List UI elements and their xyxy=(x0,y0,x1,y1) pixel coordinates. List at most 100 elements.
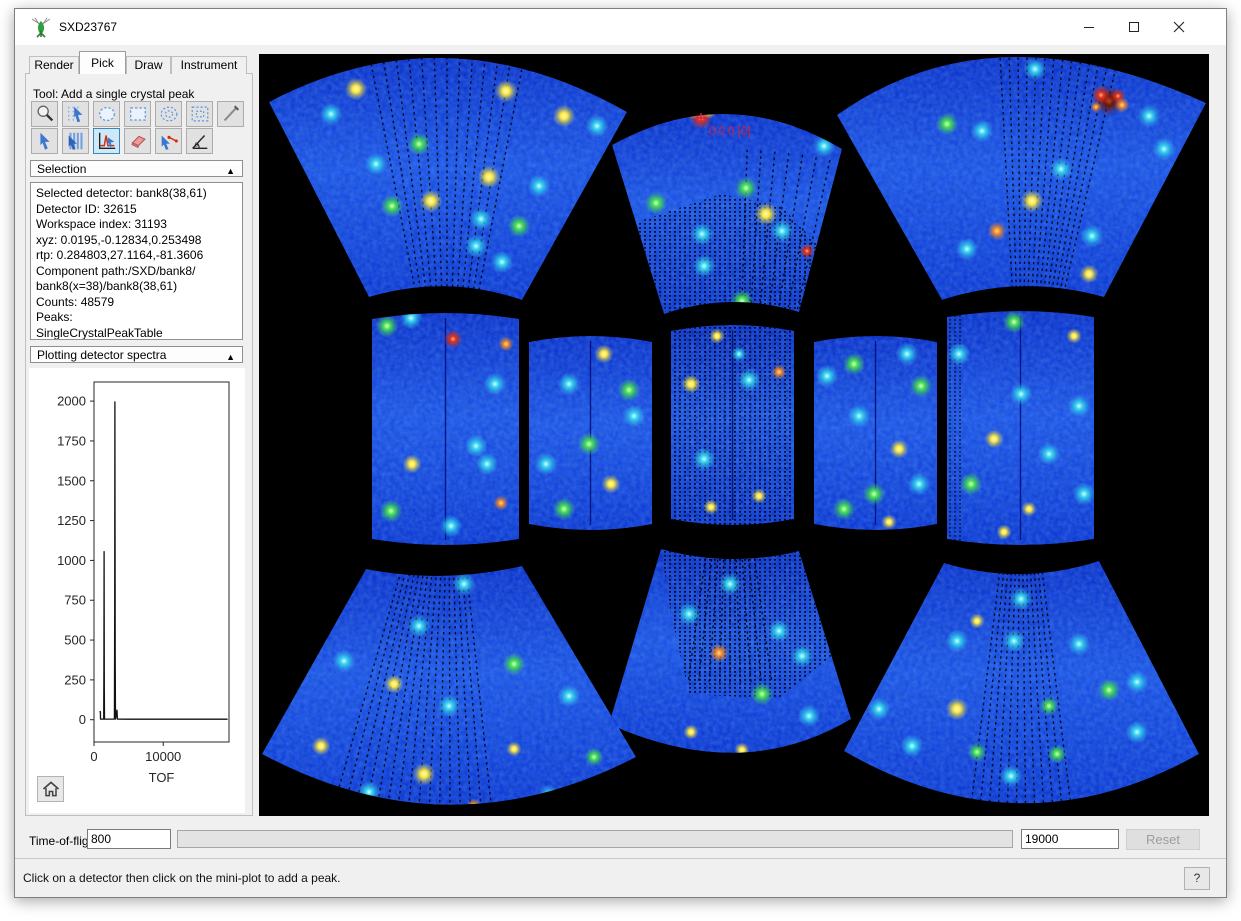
close-button[interactable] xyxy=(1158,9,1200,44)
bragg-peak-spot xyxy=(901,735,924,758)
erase-peak-tool-button[interactable] xyxy=(124,128,151,154)
selection-info-line: Workspace index: 31193 xyxy=(36,217,240,233)
bragg-peak-spot xyxy=(701,103,716,118)
bank-bot-mid[interactable] xyxy=(609,547,851,765)
bragg-peak-spot xyxy=(503,653,526,676)
bragg-peak-spot xyxy=(380,500,403,523)
bragg-peak-spot xyxy=(734,742,749,757)
bragg-peak-spot xyxy=(400,307,423,330)
title-bar: SXD23767 xyxy=(15,9,1226,45)
bank-mid-2[interactable] xyxy=(529,330,652,536)
tab-pick[interactable]: Pick xyxy=(79,51,126,74)
bragg-peak-spot xyxy=(755,203,778,226)
miniplot-canvas[interactable]: 025050075010001250150017502000010000TOF xyxy=(29,368,245,813)
bragg-peak-spot xyxy=(709,328,724,343)
compare-peak-tool-button[interactable] xyxy=(155,128,182,154)
bragg-peak-spot xyxy=(358,781,381,804)
angle-icon: θ xyxy=(189,130,211,152)
bank-mid-4[interactable] xyxy=(814,330,937,536)
draw-ring-rectangle-tool-button[interactable] xyxy=(186,101,213,127)
plotting-header-label: Plotting detector spectra xyxy=(37,348,166,362)
bragg-peak-spot xyxy=(946,698,969,721)
draw-ring-ellipse-tool-button[interactable] xyxy=(155,101,182,127)
minimize-icon xyxy=(1083,21,1095,33)
bragg-peak-spot xyxy=(946,630,969,653)
bragg-peak-spot xyxy=(320,103,343,126)
bragg-peak-spot xyxy=(813,135,836,158)
bragg-peak-spot xyxy=(738,369,761,392)
bragg-peak-spot xyxy=(682,375,701,394)
selection-info-line: Component path:/SXD/bank8/ xyxy=(36,264,240,280)
instrument-projection-view[interactable]: 0 0 0 [0] xyxy=(259,54,1209,816)
instrument-projection-svg[interactable]: 0 0 0 [0] xyxy=(259,54,1209,816)
bragg-peak-spot xyxy=(1003,311,1026,334)
draw-free-tool-button[interactable] xyxy=(217,101,244,127)
bragg-peak-spot xyxy=(333,650,356,673)
bragg-peak-spot xyxy=(1138,105,1161,128)
bragg-peak-spot xyxy=(693,255,716,278)
bragg-peak-spot xyxy=(578,433,601,456)
edit-shape-tool-button[interactable] xyxy=(62,101,89,127)
bragg-peak-spot xyxy=(466,798,481,813)
pick-pixel-tool-button[interactable] xyxy=(31,128,58,154)
tof-slider[interactable] xyxy=(177,830,1013,848)
selection-info-line: xyz: 0.0195,-0.12834,0.253498 xyxy=(36,233,240,249)
maximize-button[interactable] xyxy=(1113,9,1155,44)
status-message: Click on a detector then click on the mi… xyxy=(23,871,341,885)
bragg-peak-spot xyxy=(703,499,718,514)
bragg-peak-spot xyxy=(678,603,701,626)
bragg-peak-spot xyxy=(1153,138,1176,161)
rectangle-icon xyxy=(127,103,149,125)
tof-max-input[interactable] xyxy=(1021,829,1119,849)
svg-text:0: 0 xyxy=(79,712,86,727)
tab-draw[interactable]: Draw xyxy=(126,56,171,74)
bragg-peak-spot xyxy=(1010,383,1033,406)
bragg-peak-spot xyxy=(413,763,436,786)
bank-mid-1[interactable] xyxy=(372,307,519,551)
bragg-peak-spot xyxy=(1038,443,1061,466)
bragg-peak-spot xyxy=(595,345,614,364)
svg-text:0: 0 xyxy=(90,749,97,764)
window-title: SXD23767 xyxy=(59,9,117,45)
bank-top-left[interactable] xyxy=(269,54,627,302)
zoom-tool-button[interactable] xyxy=(31,101,58,127)
bragg-peak-spot xyxy=(465,235,488,258)
bank-mid-3[interactable] xyxy=(671,319,794,531)
ring-rectangle-icon xyxy=(189,103,211,125)
help-button[interactable]: ? xyxy=(1184,867,1210,890)
bragg-peak-spot xyxy=(420,190,443,213)
plotting-header[interactable]: Plotting detector spectra ▲ xyxy=(30,346,243,363)
bragg-peak-spot xyxy=(403,455,422,474)
draw-ellipse-tool-button[interactable] xyxy=(93,101,120,127)
tab-render[interactable]: Render xyxy=(29,56,79,74)
selection-header-label: Selection xyxy=(37,162,86,176)
draw-rectangle-tool-button[interactable] xyxy=(124,101,151,127)
svg-text:1500: 1500 xyxy=(57,473,86,488)
bank-bot-right[interactable] xyxy=(844,559,1199,816)
selection-header[interactable]: Selection ▲ xyxy=(30,160,243,177)
cursor-arrow-icon xyxy=(34,130,56,152)
bank-top-right[interactable] xyxy=(837,54,1206,328)
align-peak-tool-button[interactable]: θ xyxy=(186,128,213,154)
collapse-triangle-icon[interactable]: ▲ xyxy=(226,163,235,179)
minimize-button[interactable] xyxy=(1068,9,1110,44)
pick-tube-tool-button[interactable] xyxy=(62,128,89,154)
bank-mid-5[interactable] xyxy=(947,305,1095,551)
bragg-peak-spot xyxy=(1098,679,1121,702)
bragg-peak-spot xyxy=(538,785,561,808)
bragg-peak-spot xyxy=(1114,97,1129,112)
bragg-peak-spot xyxy=(408,133,431,156)
bragg-peak-spot xyxy=(863,483,886,506)
reset-button[interactable]: Reset xyxy=(1126,829,1200,850)
tof-min-input[interactable] xyxy=(87,829,171,849)
svg-text:500: 500 xyxy=(64,633,86,648)
close-icon xyxy=(1173,21,1185,33)
tab-instrument[interactable]: Instrument xyxy=(171,56,247,74)
selection-info-line: Counts: 48579 xyxy=(36,295,240,311)
bragg-peak-spot xyxy=(558,373,581,396)
add-peak-tool-button[interactable] xyxy=(93,128,120,154)
plot-home-button[interactable] xyxy=(37,776,64,802)
bank-bot-left[interactable] xyxy=(262,564,636,816)
bragg-peak-spot xyxy=(948,343,971,366)
collapse-triangle-icon[interactable]: ▲ xyxy=(226,349,235,365)
